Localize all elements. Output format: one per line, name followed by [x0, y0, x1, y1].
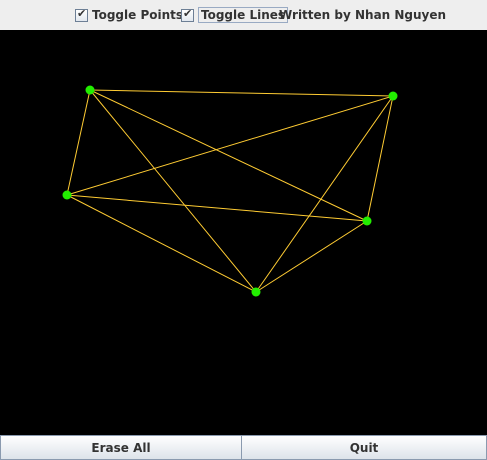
connecting-line	[89, 89, 394, 97]
connecting-line	[66, 194, 257, 293]
point-marker[interactable]	[85, 85, 95, 95]
point-marker[interactable]	[251, 287, 261, 297]
bottom-button-bar: Erase All Quit	[0, 435, 487, 460]
connecting-line	[66, 89, 91, 196]
point-marker[interactable]	[388, 91, 398, 101]
checkbox-icon[interactable]: ✔	[181, 6, 194, 22]
point-marker[interactable]	[62, 190, 72, 200]
toggle-lines-label: Toggle Lines	[198, 7, 289, 23]
connecting-line	[66, 95, 394, 196]
connecting-line	[66, 194, 368, 222]
connecting-line	[89, 89, 257, 293]
checkmark-icon: ✔	[183, 6, 193, 20]
toggle-points-checkbox[interactable]: ✔ Toggle Points	[75, 7, 183, 23]
checkbox-icon[interactable]: ✔	[75, 6, 88, 22]
toolbar: ✔ Toggle Points ✔ Toggle Lines Written b…	[0, 0, 487, 30]
quit-button[interactable]: Quit	[242, 435, 487, 460]
toggle-points-label: Toggle Points	[92, 8, 184, 22]
erase-all-button[interactable]: Erase All	[0, 435, 242, 460]
toggle-lines-checkbox[interactable]: ✔ Toggle Lines	[181, 6, 289, 23]
connecting-line	[255, 220, 368, 293]
lines-layer	[66, 89, 394, 293]
connecting-line	[89, 89, 368, 222]
app-window: ✔ Toggle Points ✔ Toggle Lines Written b…	[0, 0, 487, 460]
credit-text: Written by Nhan Nguyen	[279, 8, 447, 22]
checkmark-icon: ✔	[77, 6, 87, 20]
point-marker[interactable]	[362, 216, 372, 226]
drawing-canvas[interactable]	[0, 30, 487, 435]
